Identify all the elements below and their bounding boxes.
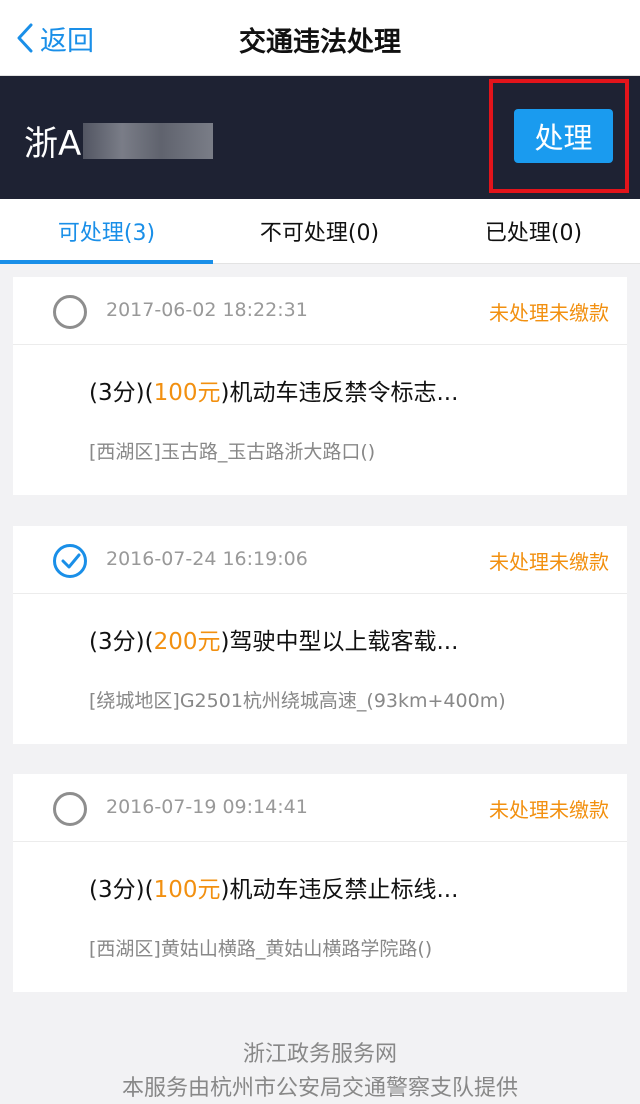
violation-fine: 100元: [153, 380, 221, 406]
violation-time: 2016-07-19 09:14:41: [106, 796, 308, 818]
violation-desc: )机动车违反禁止标线...: [220, 877, 459, 903]
card-header: 2016-07-19 09:14:41 未处理未缴款: [13, 774, 627, 842]
violation-card[interactable]: 2016-07-19 09:14:41 未处理未缴款 (3分)(100元)机动车…: [13, 774, 627, 992]
violation-desc: )机动车违反禁令标志...: [220, 380, 459, 406]
page-title: 交通违法处理: [239, 27, 401, 58]
violation-title: (3分)(100元)机动车违反禁令标志...: [89, 373, 458, 407]
status-badge: 未处理未缴款: [489, 301, 609, 325]
violation-points: (3分)(: [89, 629, 154, 655]
violation-fine: 200元: [153, 629, 221, 655]
radio-unchecked-icon[interactable]: [53, 792, 87, 826]
plate-mask: [83, 122, 214, 159]
card-header: 2016-07-24 16:19:06 未处理未缴款: [13, 526, 627, 594]
violation-card[interactable]: 2017-06-02 18:22:31 未处理未缴款 (3分)(100元)机动车…: [13, 277, 627, 495]
violation-points: (3分)(: [89, 380, 154, 406]
radio-checked-icon[interactable]: [53, 544, 87, 578]
violation-points: (3分)(: [89, 877, 154, 903]
violation-desc: )驾驶中型以上载客载...: [220, 629, 459, 655]
tab-processed[interactable]: 已处理(0): [427, 199, 640, 263]
violation-fine: 100元: [153, 877, 221, 903]
tab-underline: [0, 260, 213, 264]
status-badge: 未处理未缴款: [489, 798, 609, 822]
violation-title: (3分)(100元)机动车违反禁止标线...: [89, 870, 458, 904]
nav-bar: 返回 交通违法处理: [0, 0, 640, 76]
status-badge: 未处理未缴款: [489, 550, 609, 574]
process-button[interactable]: 处理: [514, 109, 613, 163]
card-header: 2017-06-02 18:22:31 未处理未缴款: [13, 277, 627, 345]
violation-title: (3分)(200元)驾驶中型以上载客载...: [89, 622, 458, 656]
violation-card[interactable]: 2016-07-24 16:19:06 未处理未缴款 (3分)(200元)驾驶中…: [13, 526, 627, 744]
tab-processable[interactable]: 可处理(3): [0, 199, 213, 263]
violation-time: 2017-06-02 18:22:31: [106, 299, 308, 321]
license-plate: 浙A: [24, 116, 214, 165]
violation-location: [西湖区]黄姑山横路_黄姑山横路学院路(): [89, 938, 433, 960]
tab-bar: 可处理(3) 不可处理(0) 已处理(0): [0, 199, 640, 264]
tab-not-processable[interactable]: 不可处理(0): [213, 199, 426, 263]
footer-line-2: 本服务由杭州市公安局交通警察支队提供: [121, 1076, 518, 1101]
violation-location: [西湖区]玉古路_玉古路浙大路口(): [89, 441, 376, 463]
plate-prefix: 浙A: [24, 124, 82, 164]
violation-time: 2016-07-24 16:19:06: [106, 548, 308, 570]
footer-line-1: 浙江政务服务网: [242, 1042, 397, 1067]
violation-location: [绕城地区]G2501杭州绕城高速_(93km+400m): [89, 690, 506, 712]
radio-unchecked-icon[interactable]: [53, 295, 87, 329]
checkmark-icon: [61, 553, 81, 569]
